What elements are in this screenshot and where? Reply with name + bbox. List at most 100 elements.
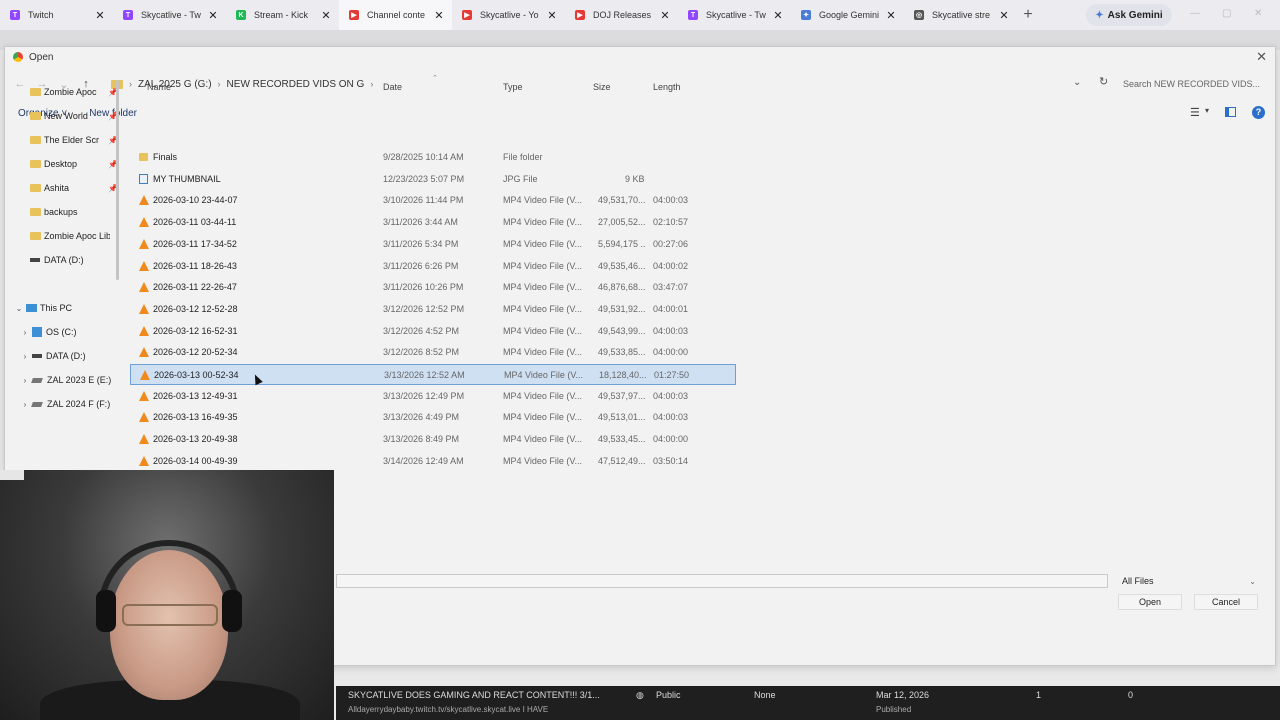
chevron-down-icon: ⌄: [1249, 576, 1256, 586]
file-row[interactable]: 2026-03-13 00-52-34 3/13/2026 12:52 AM MP4…: [130, 364, 736, 385]
tab-close-icon[interactable]: ✕: [206, 9, 220, 22]
file-row[interactable]: 2026-03-11 22-26-47 3/11/2026 10:26 PM MP4…: [130, 277, 736, 298]
file-row[interactable]: 2026-03-11 03-44-11 3/11/2026 3:44 AM MP4 …: [130, 212, 736, 233]
file-row[interactable]: 2026-03-12 20-52-34 3/12/2026 8:52 PM MP4 …: [130, 342, 736, 363]
browser-tab[interactable]: K Stream - Kick ✕: [226, 0, 339, 30]
background-video-row[interactable]: SKYCATLIVE DOES GAMING AND REACT CONTENT…: [336, 686, 1280, 720]
nav-item[interactable]: DATA (D:): [0, 248, 118, 272]
minimize-icon[interactable]: —: [1190, 8, 1200, 19]
file-row[interactable]: Finals 9/28/2025 10:14 AM File folder: [130, 147, 736, 168]
file-row[interactable]: 2026-03-11 18-26-43 3/11/2026 6:26 PM MP4 …: [130, 256, 736, 277]
video-title: SKYCATLIVE DOES GAMING AND REACT CONTENT…: [348, 690, 600, 700]
refresh-icon[interactable]: ↻: [1099, 75, 1108, 88]
file-row[interactable]: 2026-03-13 16-49-35 3/13/2026 4:49 PM MP4 …: [130, 407, 736, 428]
file-name: 2026-03-13 12-49-31: [153, 390, 238, 401]
browser-tab[interactable]: ▶ Channel conte ✕: [339, 0, 452, 30]
file-name: Finals: [153, 152, 178, 162]
column-header-length[interactable]: Length: [653, 82, 681, 92]
nav-item[interactable]: › ZAL 2023 E (E:): [0, 368, 118, 392]
image-file-icon: [139, 173, 148, 184]
vlc-icon: [139, 260, 149, 271]
view-dropdown-icon[interactable]: ▾: [1205, 106, 1209, 115]
new-tab-icon[interactable]: +: [1017, 6, 1039, 24]
tab-label: Stream - Kick: [254, 10, 309, 20]
file-row[interactable]: 2026-03-14 00-49-39 3/14/2026 12:49 AM MP4…: [130, 451, 736, 472]
file-date: 3/11/2026 10:26 PM: [383, 282, 464, 293]
file-type-select[interactable]: All Files ⌄: [1118, 574, 1260, 588]
file-type: MP4 Video File (V...: [503, 260, 583, 271]
close-window-icon[interactable]: ✕: [1254, 8, 1262, 19]
tab-close-icon[interactable]: ✕: [319, 9, 333, 22]
view-options-icon[interactable]: ☰: [1190, 106, 1200, 119]
file-date: 9/28/2025 10:14 AM: [383, 152, 464, 162]
browser-tab[interactable]: ▶ Skycatlive - Yo ✕: [452, 0, 565, 30]
expand-chevron-icon[interactable]: ›: [18, 400, 32, 409]
file-type: File folder: [503, 152, 543, 162]
browser-tab[interactable]: T Twitch ✕: [0, 0, 113, 30]
column-header-size[interactable]: Size: [593, 82, 611, 92]
vlc-icon: [139, 347, 149, 358]
column-header-date[interactable]: Date: [383, 82, 402, 92]
tab-close-icon[interactable]: ✕: [93, 9, 107, 22]
expand-chevron-icon[interactable]: ⌄: [12, 304, 26, 313]
expand-chevron-icon[interactable]: ›: [18, 328, 32, 337]
help-icon[interactable]: ?: [1252, 106, 1265, 119]
file-row[interactable]: 2026-03-13 12-49-31 3/13/2026 12:49 PM MP4…: [130, 386, 736, 407]
browser-tab[interactable]: T Skycatlive - Tw ✕: [113, 0, 226, 30]
tab-close-icon[interactable]: ✕: [432, 9, 446, 22]
cancel-button[interactable]: Cancel: [1194, 594, 1258, 610]
tab-favicon-icon: T: [123, 10, 133, 20]
nav-item[interactable]: The Elder Scr 📌: [0, 128, 118, 152]
tab-label: Google Gemini: [819, 10, 880, 20]
dialog-close-icon[interactable]: ✕: [1256, 49, 1267, 65]
search-input[interactable]: Search NEW RECORDED VIDS...: [1117, 73, 1265, 95]
nav-item[interactable]: ⌄ This PC: [0, 296, 118, 320]
file-date: 3/12/2026 4:52 PM: [383, 325, 460, 336]
file-row[interactable]: 2026-03-12 12-52-28 3/12/2026 12:52 PM MP4…: [130, 299, 736, 320]
ask-gemini-button[interactable]: ✦ Ask Gemini: [1086, 4, 1172, 26]
nav-item[interactable]: › OS (C:): [0, 320, 118, 344]
open-button[interactable]: Open: [1118, 594, 1182, 610]
nav-item[interactable]: Zombie Apoc 📌: [0, 80, 118, 104]
file-row[interactable]: 2026-03-10 23-44-07 3/10/2026 11:44 PM MP4…: [130, 190, 736, 211]
tab-close-icon[interactable]: ✕: [545, 9, 559, 22]
nav-scrollbar[interactable]: [116, 80, 119, 280]
tab-close-icon[interactable]: ✕: [884, 9, 898, 22]
browser-tab[interactable]: ✦ Google Gemini ✕: [791, 0, 904, 30]
sort-caret-icon: ⌃: [432, 75, 438, 82]
column-header-type[interactable]: Type: [503, 82, 523, 92]
nav-item[interactable]: Desktop 📌: [0, 152, 118, 176]
nav-item[interactable]: Ashita 📌: [0, 176, 118, 200]
file-length: 03:47:07: [653, 282, 689, 293]
file-row[interactable]: 2026-03-11 17-34-52 3/11/2026 5:34 PM MP4 …: [130, 234, 736, 255]
browser-tab[interactable]: ◎ Skycatlive stre ✕: [904, 0, 1017, 30]
column-header-name[interactable]: Name: [147, 82, 171, 92]
nav-item[interactable]: backups: [0, 200, 118, 224]
visibility-label: Public: [656, 690, 681, 700]
file-name-input[interactable]: [336, 574, 1108, 588]
preview-pane-icon[interactable]: [1225, 107, 1236, 117]
nav-item[interactable]: › ZAL 2024 F (F:): [0, 392, 118, 416]
nav-item-label: Ashita: [44, 183, 70, 193]
nav-item[interactable]: Zombie Apoc Lib: [0, 224, 118, 248]
tab-close-icon[interactable]: ✕: [658, 9, 672, 22]
file-length: 04:00:03: [653, 325, 689, 336]
maximize-icon[interactable]: ▢: [1222, 8, 1231, 19]
file-type: JPG File: [503, 173, 538, 184]
file-row[interactable]: MY THUMBNAIL 12/23/2023 5:07 PM JPG File 9 …: [130, 169, 736, 190]
tab-close-icon[interactable]: ✕: [771, 9, 785, 22]
expand-chevron-icon[interactable]: ›: [18, 352, 32, 361]
tab-close-icon[interactable]: ✕: [997, 9, 1011, 22]
browser-tab[interactable]: T Skycatlive - Tw ✕: [678, 0, 791, 30]
file-row[interactable]: 2026-03-13 20-49-38 3/13/2026 8:49 PM MP4 …: [130, 429, 736, 450]
file-length: 04:00:03: [653, 390, 689, 401]
expand-chevron-icon[interactable]: ›: [18, 376, 32, 385]
nav-item-label: ZAL 2024 F (F:): [47, 399, 111, 409]
address-dropdown-icon[interactable]: ⌄: [1073, 77, 1081, 88]
nav-item[interactable]: › DATA (D:): [0, 344, 118, 368]
file-date: 3/13/2026 4:49 PM: [383, 412, 460, 423]
file-row[interactable]: 2026-03-12 16-52-31 3/12/2026 4:52 PM MP4 …: [130, 321, 736, 342]
nav-item[interactable]: New World 📌: [0, 104, 118, 128]
browser-tab[interactable]: ▶ DOJ Releases ✕: [565, 0, 678, 30]
video-status: Published: [876, 705, 912, 714]
